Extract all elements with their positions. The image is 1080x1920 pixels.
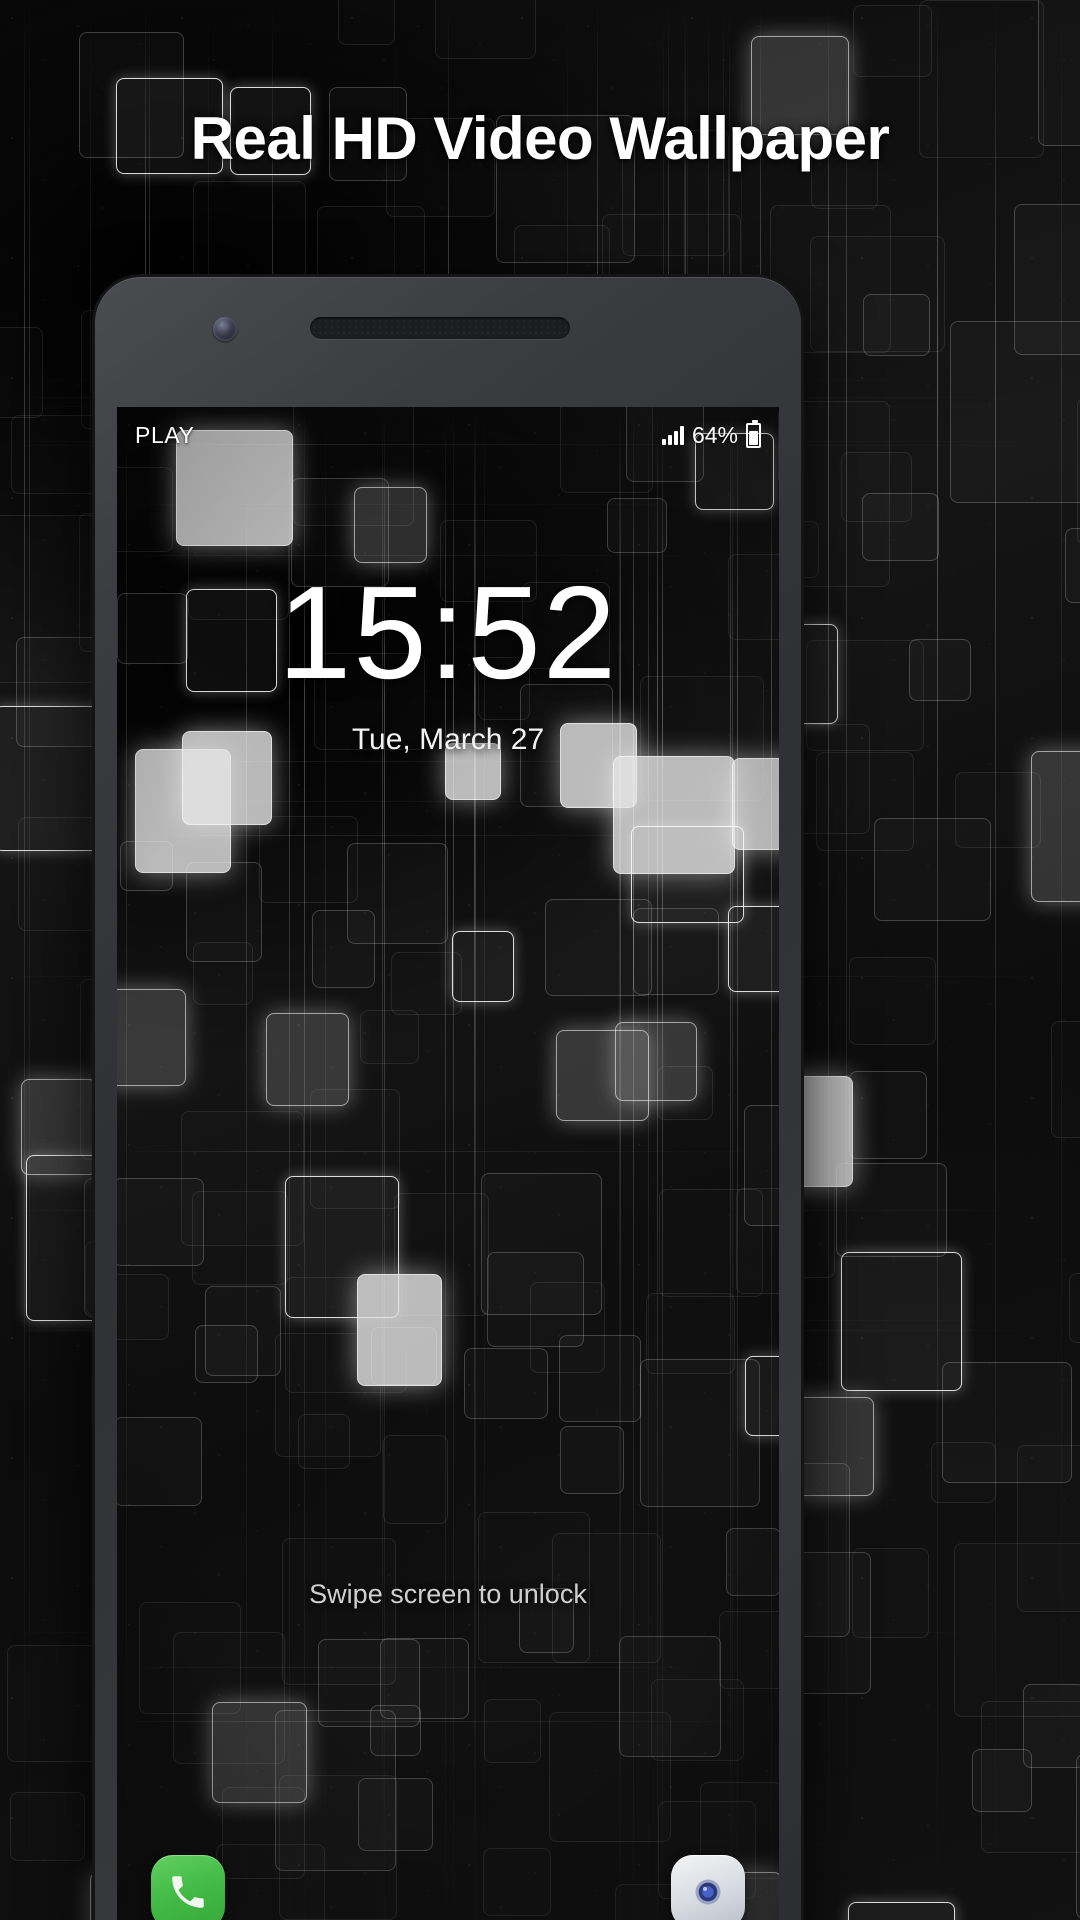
battery-icon xyxy=(746,423,761,448)
signal-bars-icon xyxy=(662,426,684,445)
unlock-hint-text: Swipe screen to unlock xyxy=(117,1579,779,1610)
camera-lens-icon xyxy=(671,1855,745,1920)
earpiece-speaker-icon xyxy=(310,317,570,339)
shortcut-camera[interactable] xyxy=(671,1855,745,1920)
lockscreen-date: Tue, March 27 xyxy=(117,723,779,757)
phone-top-bezel xyxy=(95,277,801,407)
lockscreen-clock-block: 15:52 Tue, March 27 xyxy=(117,567,779,757)
status-bar: PLAY 64% xyxy=(117,407,779,463)
phone-mockup: PLAY 64% 15:52 Tue, March 27 Swipe scree… xyxy=(95,277,801,1920)
carrier-label: PLAY xyxy=(135,422,195,449)
status-indicators: 64% xyxy=(662,422,761,449)
lockscreen-time: 15:52 xyxy=(117,567,779,699)
battery-percent-label: 64% xyxy=(692,422,738,449)
promo-screenshot: Real HD Video Wallpaper PLAY 64% 15:52 T… xyxy=(0,0,1080,1920)
shortcut-phone[interactable] xyxy=(151,1855,225,1920)
front-camera-icon xyxy=(213,317,237,341)
phone-handset-icon xyxy=(151,1855,225,1920)
page-title: Real HD Video Wallpaper xyxy=(0,104,1080,173)
phone-screen: PLAY 64% 15:52 Tue, March 27 Swipe scree… xyxy=(117,407,779,1920)
